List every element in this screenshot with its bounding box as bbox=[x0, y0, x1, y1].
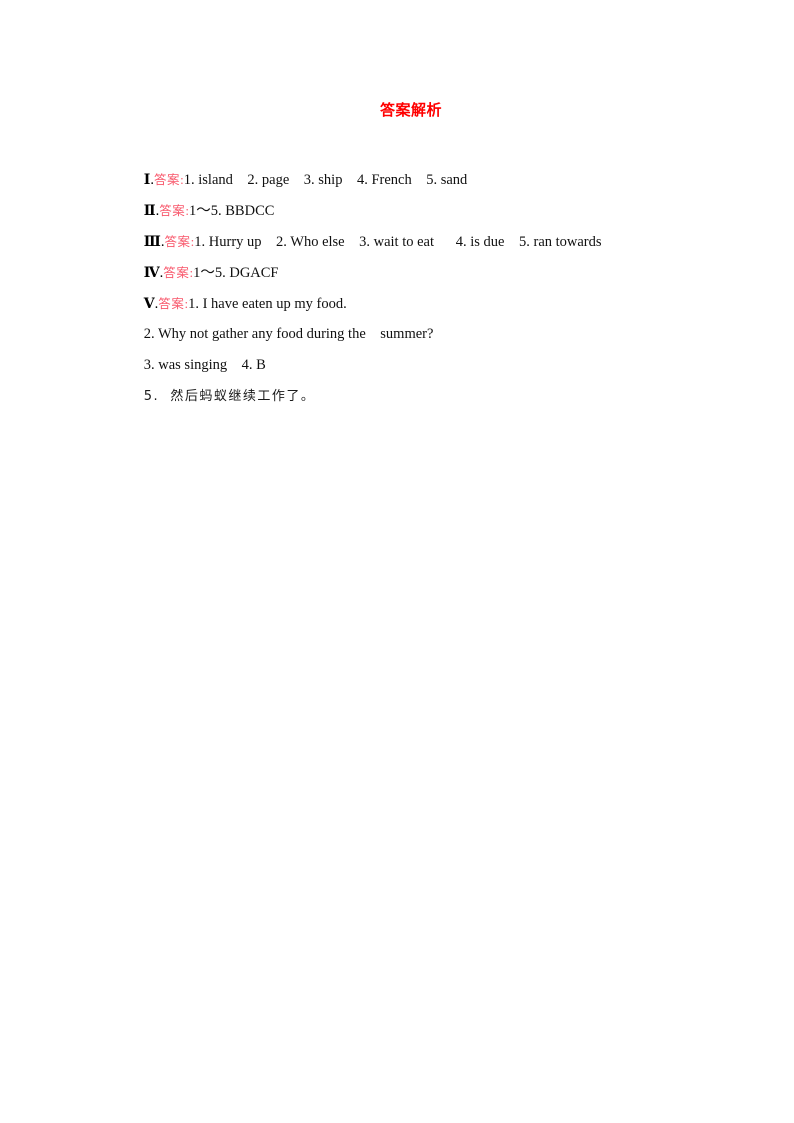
answer-content: 2. Why not gather any food during the su… bbox=[143, 326, 434, 342]
page-title: 答案解析 bbox=[379, 101, 442, 119]
answer-list: Ⅰ.答案:1. island 2. page 3. ship 4. French… bbox=[122, 133, 742, 404]
answer-content: 1～5. BBDCC bbox=[189, 203, 275, 219]
answer-section-1: Ⅰ.答案:1. island 2. page 3. ship 4. French… bbox=[122, 133, 742, 188]
answer-label: 答案 bbox=[164, 234, 191, 249]
answer-label: 答案 bbox=[158, 296, 185, 311]
answer-content-chinese: 5. 然后蚂蚁继续工作了。 bbox=[143, 389, 316, 404]
section-numeral: Ⅳ bbox=[143, 265, 160, 281]
answer-content: 1. island 2. page 3. ship 4. French 5. s… bbox=[183, 172, 468, 188]
section-numeral: Ⅴ bbox=[143, 296, 155, 312]
answer-content: 1. Hurry up 2. Who else 3. wait to eat 4… bbox=[194, 234, 602, 250]
answer-content: 1. I have eaten up my food. bbox=[188, 296, 347, 312]
answer-label: 答案 bbox=[159, 203, 186, 218]
answer-content: 3. was singing 4. B bbox=[143, 357, 266, 373]
section-numeral: Ⅲ bbox=[143, 234, 161, 250]
answer-label: 答案 bbox=[163, 265, 190, 280]
section-numeral: Ⅱ bbox=[143, 203, 156, 219]
answer-key-page: 答案解析 Ⅰ.答案:1. island 2. page 3. ship 4. F… bbox=[0, 0, 794, 1123]
answer-content: 1～5. DGACF bbox=[193, 265, 279, 281]
answer-label: 答案 bbox=[153, 172, 181, 187]
